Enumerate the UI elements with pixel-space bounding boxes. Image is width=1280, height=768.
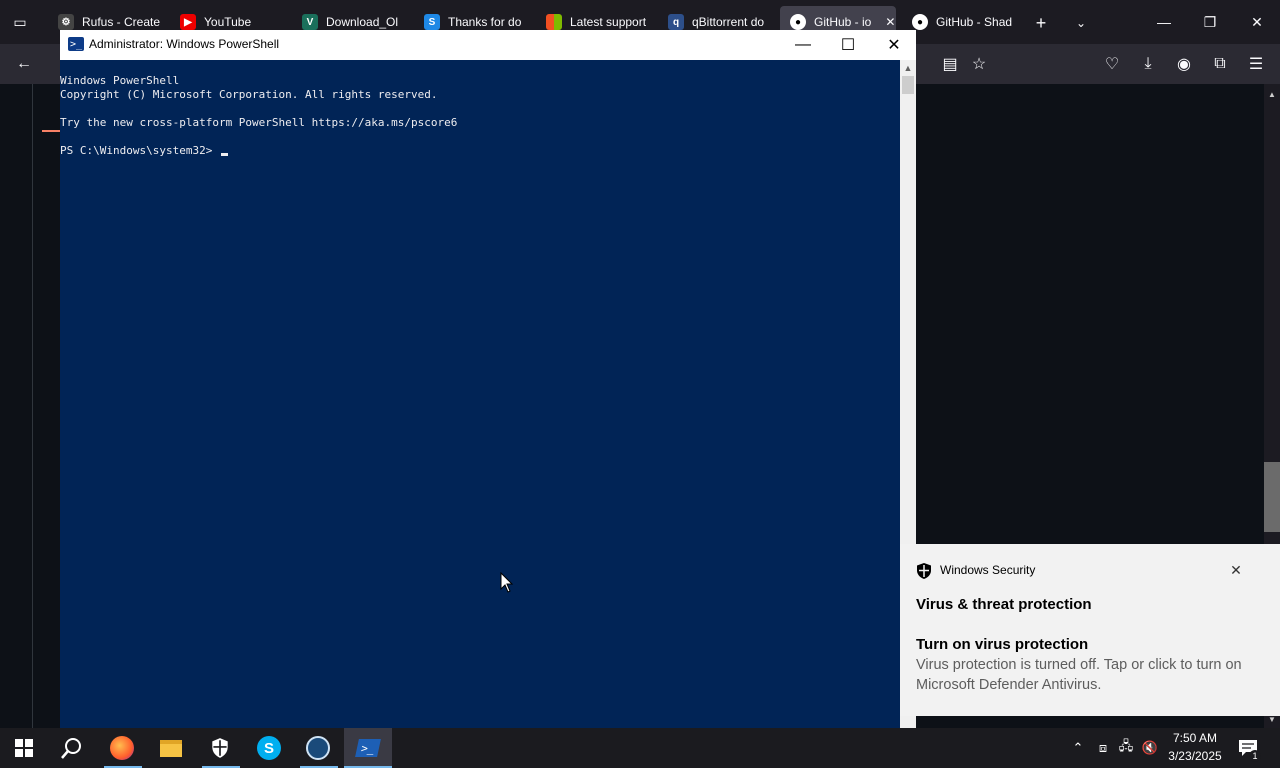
powershell-icon: >_ (355, 739, 381, 757)
clock-date[interactable]: 3/23/2025 (1166, 749, 1224, 763)
reader-view-icon[interactable]: ▤ (938, 52, 962, 76)
taskbar-steam[interactable] (294, 728, 342, 768)
tab-label: Thanks for do (448, 15, 522, 29)
console-line: Copyright (C) Microsoft Corporation. All… (60, 88, 438, 101)
search-icon (61, 738, 81, 759)
search-button[interactable] (48, 728, 96, 768)
maximize-icon[interactable]: ☐ (825, 30, 871, 60)
powershell-icon: >_ (68, 37, 84, 51)
tab-label: GitHub - Shad (936, 15, 1013, 29)
menu-icon[interactable]: ☰ (1244, 52, 1268, 76)
scroll-up-icon[interactable]: ▲ (1266, 88, 1278, 100)
list-tabs-icon[interactable]: ⌄ (1070, 12, 1092, 34)
tab-label: Rufus - Create (82, 15, 160, 29)
toast-body: Virus protection is turned off. Tap or c… (916, 657, 1242, 693)
skype-icon: S (257, 736, 281, 760)
console-prompt: PS C:\Windows\system32> (60, 144, 219, 157)
qbittorrent-icon: q (668, 14, 684, 30)
close-icon[interactable]: ✕ (871, 30, 917, 60)
pocket-icon[interactable]: ♡ (1100, 52, 1124, 76)
console-output[interactable]: Windows PowerShell Copyright (C) Microsof… (60, 60, 900, 728)
text-cursor (220, 153, 228, 156)
shield-icon (917, 563, 931, 579)
network-icon[interactable]: 🖧 (1116, 738, 1136, 758)
console-line: Try the new cross-platform PowerShell ht… (60, 116, 458, 129)
taskbar-skype[interactable]: S (245, 728, 293, 768)
taskbar-file-explorer[interactable] (147, 728, 195, 768)
mouse-pointer-icon (500, 572, 514, 593)
tab-overview-icon[interactable]: ▭ (10, 12, 30, 32)
tab-label: qBittorrent do (692, 15, 765, 29)
github-icon: ● (912, 14, 928, 30)
toast-heading: Virus & threat protection (916, 596, 1092, 613)
page-scroll-thumb[interactable] (1264, 462, 1280, 532)
taskbar-windows-security[interactable] (196, 728, 244, 768)
close-tab-icon[interactable]: ✕ (885, 15, 895, 29)
tab-label: Latest support (570, 15, 647, 29)
page-sidebar-edge (32, 84, 60, 728)
console-scroll-thumb[interactable] (902, 76, 914, 94)
show-hidden-icons-icon[interactable]: ⌃ (1068, 738, 1088, 758)
back-icon[interactable]: ← (12, 52, 36, 76)
toast-app-name: Windows Security (940, 563, 1036, 577)
skype-icon: S (424, 14, 440, 30)
toast-subtitle: Turn on virus protection (916, 636, 1089, 653)
window-title: Administrator: Windows PowerShell (89, 37, 280, 51)
bookmark-star-icon[interactable]: ☆ (967, 52, 991, 76)
clock-time[interactable]: 7:50 AM (1166, 731, 1224, 745)
firefox-icon (110, 736, 134, 760)
scroll-up-icon[interactable]: ▲ (900, 60, 916, 76)
github-icon: ● (790, 14, 806, 30)
microsoft-icon (546, 14, 562, 30)
console-line: Windows PowerShell (60, 74, 180, 87)
downloads-icon[interactable]: ⤓ (1136, 52, 1160, 76)
minimize-icon[interactable]: — (1152, 12, 1176, 32)
rufus-icon: ⚙ (58, 14, 74, 30)
minimize-icon[interactable]: — (780, 30, 826, 60)
tab-label: Download_Ol (326, 15, 399, 29)
notification-count-badge: 1 (1249, 750, 1261, 762)
tab-label: YouTube (204, 15, 252, 29)
taskbar-firefox[interactable] (98, 728, 146, 768)
volume-muted-icon[interactable]: 🔇 (1140, 738, 1160, 758)
close-icon[interactable]: ✕ (1245, 12, 1269, 32)
download-icon: V (302, 14, 318, 30)
meet-now-icon[interactable]: ⧈ (1093, 738, 1113, 758)
youtube-icon: ▶ (180, 14, 196, 30)
tab-label: GitHub - io (814, 15, 872, 29)
taskbar-powershell[interactable]: >_ (344, 728, 392, 768)
file-explorer-icon (160, 739, 182, 757)
windows-logo-icon (15, 739, 33, 757)
account-icon[interactable]: ◉ (1172, 52, 1196, 76)
close-icon[interactable]: ✕ (1226, 560, 1246, 580)
new-tab-icon[interactable]: + (1030, 12, 1052, 34)
start-button[interactable] (0, 728, 48, 768)
steam-icon (306, 736, 330, 760)
tab-github[interactable]: ● GitHub - Shad (902, 6, 1014, 38)
tab-underline (42, 130, 60, 132)
restore-icon[interactable]: ❐ (1198, 12, 1222, 32)
windows-security-icon (212, 738, 228, 758)
extensions-icon[interactable]: ⧉ (1208, 52, 1232, 76)
